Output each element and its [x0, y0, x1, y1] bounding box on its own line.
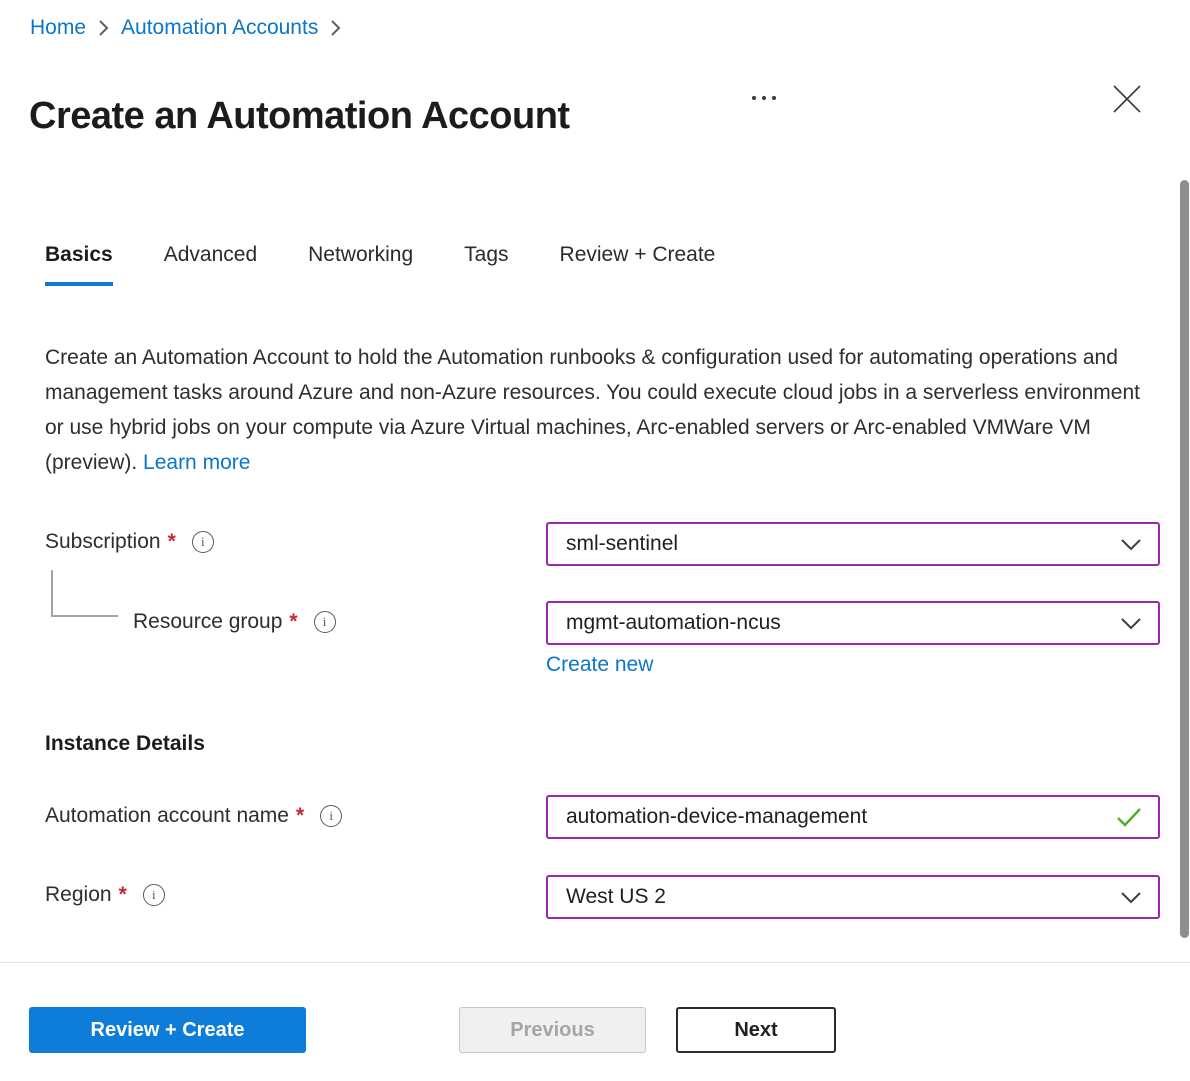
required-marker: * — [119, 883, 127, 907]
breadcrumb: Home Automation Accounts — [30, 16, 353, 40]
subscription-dropdown[interactable]: sml-sentinel — [546, 522, 1160, 566]
required-marker: * — [296, 804, 304, 828]
chevron-down-icon — [1120, 617, 1142, 630]
subscription-label-text: Subscription — [45, 530, 161, 554]
ellipsis-icon — [752, 96, 756, 100]
account-name-field — [546, 795, 1160, 839]
account-name-label: Automation account name * i — [45, 804, 342, 828]
region-value: West US 2 — [566, 885, 666, 909]
resource-group-connector — [51, 615, 118, 617]
region-dropdown[interactable]: West US 2 — [546, 875, 1160, 919]
page-title: Create an Automation Account — [29, 95, 570, 138]
breadcrumb-chevron-icon — [98, 19, 109, 37]
close-button[interactable] — [1110, 82, 1144, 116]
more-options-button[interactable] — [748, 88, 784, 108]
tab-tags[interactable]: Tags — [464, 243, 508, 286]
close-icon — [1110, 82, 1144, 116]
region-label-text: Region — [45, 883, 112, 907]
tab-networking[interactable]: Networking — [308, 243, 413, 286]
info-icon[interactable]: i — [314, 611, 336, 633]
create-automation-account-pane: Home Automation Accounts Create an Autom… — [0, 0, 1190, 1081]
resource-group-connector — [51, 570, 53, 617]
tab-bar: Basics Advanced Networking Tags Review +… — [45, 243, 766, 286]
required-marker: * — [289, 610, 297, 634]
instance-details-heading: Instance Details — [45, 732, 205, 756]
resource-group-label: Resource group * i — [133, 610, 336, 634]
footer-divider — [0, 962, 1190, 963]
region-label: Region * i — [45, 883, 165, 907]
resource-group-dropdown[interactable]: mgmt-automation-ncus — [546, 601, 1160, 645]
chevron-down-icon — [1120, 538, 1142, 551]
subscription-value: sml-sentinel — [566, 532, 678, 556]
resource-group-label-text: Resource group — [133, 610, 282, 634]
learn-more-link[interactable]: Learn more — [143, 451, 250, 474]
subscription-label: Subscription * i — [45, 530, 214, 554]
breadcrumb-link-home[interactable]: Home — [30, 16, 86, 40]
previous-button[interactable]: Previous — [459, 1007, 646, 1053]
pane-description: Create an Automation Account to hold the… — [45, 340, 1145, 480]
valid-check-icon — [1116, 807, 1142, 827]
tab-advanced[interactable]: Advanced — [164, 243, 257, 286]
create-new-link[interactable]: Create new — [546, 653, 653, 677]
required-marker: * — [168, 530, 176, 554]
review-create-button[interactable]: Review + Create — [29, 1007, 306, 1053]
chevron-down-icon — [1120, 891, 1142, 904]
ellipsis-icon — [772, 96, 776, 100]
next-button[interactable]: Next — [676, 1007, 836, 1053]
breadcrumb-chevron-icon — [330, 19, 341, 37]
resource-group-value: mgmt-automation-ncus — [566, 611, 781, 635]
scrollbar-thumb[interactable] — [1180, 180, 1189, 938]
account-name-input[interactable] — [566, 805, 1116, 829]
tab-review-create[interactable]: Review + Create — [560, 243, 716, 286]
tab-basics[interactable]: Basics — [45, 243, 113, 286]
ellipsis-icon — [762, 96, 766, 100]
breadcrumb-link-automation-accounts[interactable]: Automation Accounts — [121, 16, 318, 40]
info-icon[interactable]: i — [143, 884, 165, 906]
info-icon[interactable]: i — [192, 531, 214, 553]
info-icon[interactable]: i — [320, 805, 342, 827]
account-name-label-text: Automation account name — [45, 804, 289, 828]
